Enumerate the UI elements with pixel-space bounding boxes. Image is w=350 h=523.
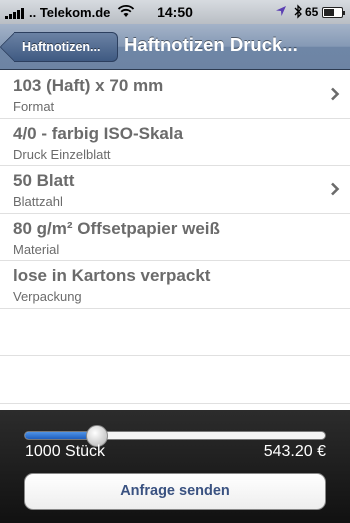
- list-item-format[interactable]: 103 (Haft) x 70 mm Format: [0, 71, 350, 119]
- list-item-label: Verpackung: [13, 289, 82, 304]
- empty-row: [0, 356, 350, 404]
- quantity-label: 1000 Stück: [25, 443, 106, 460]
- navigation-bar: Haftnotizen... Haftnotizen Druck...: [0, 24, 350, 70]
- list-item-value: 4/0 - farbig ISO-Skala: [13, 123, 184, 143]
- status-bar: .. Telekom.de 14:50 65 %: [0, 0, 350, 24]
- send-request-button[interactable]: Anfrage senden: [24, 473, 326, 510]
- order-panel: 1000 Stück 543.20 € Anfrage senden: [0, 410, 350, 523]
- battery-icon: [322, 7, 345, 18]
- price-label: 543.20 €: [263, 443, 326, 460]
- list-item-blattzahl[interactable]: 50 Blatt Blattzahl: [0, 166, 350, 214]
- list-item-label: Druck Einzelblatt: [13, 146, 111, 162]
- list-item-label: Format: [13, 99, 55, 114]
- list-item-value: 103 (Haft) x 70 mm: [13, 76, 164, 95]
- battery-level: [324, 9, 335, 16]
- app-screen: .. Telekom.de 14:50 65 % Haftnotizen... …: [0, 0, 350, 523]
- list-item-label: Blattzahl: [13, 194, 63, 209]
- list-item-label: Material: [13, 241, 60, 257]
- bluetooth-icon: [294, 4, 302, 19]
- list-item-value: lose in Kartons verpackt: [13, 266, 211, 285]
- list-item-material: 80 g/m² Offsetpapier weiß Material: [0, 213, 350, 261]
- back-button[interactable]: Haftnotizen...: [14, 32, 118, 62]
- empty-row: [0, 309, 350, 356]
- page-title: Haftnotizen Druck...: [124, 34, 298, 55]
- product-options-list: 103 (Haft) x 70 mm Format 4/0 - farbig I…: [0, 71, 350, 404]
- list-item-druck: 4/0 - farbig ISO-Skala Druck Einzelblatt: [0, 118, 350, 166]
- location-icon: [276, 6, 286, 16]
- quantity-slider[interactable]: [24, 425, 326, 447]
- list-item-value: 50 Blatt: [13, 171, 75, 190]
- list-item-value: 80 g/m² Offsetpapier weiß: [13, 218, 220, 238]
- chevron-right-icon: [331, 182, 340, 196]
- chevron-right-icon: [331, 87, 340, 101]
- list-item-verpackung: lose in Kartons verpackt Verpackung: [0, 261, 350, 309]
